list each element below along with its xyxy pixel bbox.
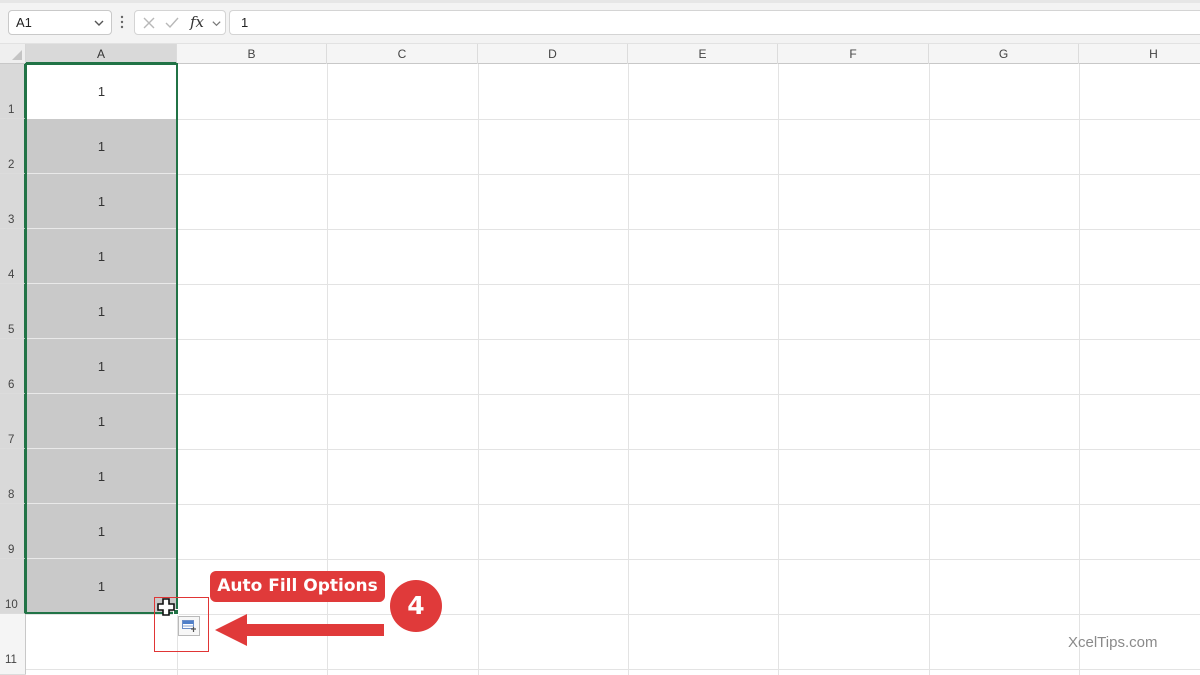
more-options-icon[interactable] (119, 13, 125, 31)
gridline (26, 284, 1200, 285)
auto-fill-options-button[interactable] (178, 616, 200, 636)
cell-a2[interactable]: 1 (26, 119, 177, 174)
row-header-9[interactable]: 9 (0, 504, 26, 559)
column-header-c[interactable]: C (327, 44, 478, 64)
gridline (1079, 64, 1080, 675)
step-number-badge: 4 (390, 580, 442, 632)
row-headers: 1 2 3 4 5 6 7 8 9 10 11 (0, 64, 26, 675)
row-header-3[interactable]: 3 (0, 174, 26, 229)
enter-check-icon[interactable] (164, 16, 180, 30)
formula-input[interactable]: 1 (229, 10, 1200, 35)
gridline (26, 339, 1200, 340)
insert-function-button[interactable]: fx (190, 13, 204, 31)
row-header-10[interactable]: 10 (0, 559, 26, 614)
gridline (177, 64, 178, 675)
cell-a7[interactable]: 1 (26, 394, 177, 449)
row-header-5[interactable]: 5 (0, 284, 26, 339)
column-header-f[interactable]: F (778, 44, 929, 64)
cell-a8[interactable]: 1 (26, 449, 177, 504)
cell-a6[interactable]: 1 (26, 339, 177, 394)
select-all-corner[interactable] (0, 44, 26, 64)
chevron-down-icon (94, 20, 104, 26)
cancel-icon[interactable] (142, 16, 156, 30)
column-header-h[interactable]: H (1079, 44, 1200, 64)
name-box-value: A1 (16, 15, 32, 30)
ribbon-edge (0, 0, 1200, 3)
gridline (778, 64, 779, 675)
gridline (26, 449, 1200, 450)
cell-a1[interactable]: 1 (26, 64, 177, 119)
row-header-11[interactable]: 11 (0, 614, 26, 675)
gridline (628, 64, 629, 675)
cell-a3[interactable]: 1 (26, 174, 177, 229)
name-box[interactable]: A1 (8, 10, 112, 35)
cell-a5[interactable]: 1 (26, 284, 177, 339)
cell-a4[interactable]: 1 (26, 229, 177, 284)
formula-value: 1 (241, 15, 249, 30)
formula-bar: A1 fx 1 (0, 0, 1200, 44)
column-header-g[interactable]: G (929, 44, 1079, 64)
arrow-left-icon (215, 614, 384, 646)
gridline (26, 669, 1200, 670)
column-header-a[interactable]: A (26, 44, 177, 64)
gridline (26, 119, 1200, 120)
gridline (26, 559, 1200, 560)
watermark: XcelTips.com (1068, 634, 1158, 651)
gridline (26, 229, 1200, 230)
gridline (478, 64, 479, 675)
gridline (26, 504, 1200, 505)
row-header-6[interactable]: 6 (0, 339, 26, 394)
gridline (26, 394, 1200, 395)
row-header-7[interactable]: 7 (0, 394, 26, 449)
auto-fill-options-icon (182, 620, 196, 632)
select-all-triangle-icon (12, 50, 22, 60)
formula-tools: fx (134, 10, 226, 35)
column-header-e[interactable]: E (628, 44, 778, 64)
chevron-down-icon[interactable] (211, 18, 222, 29)
worksheet-grid[interactable]: 1 1 1 1 1 1 1 1 1 1 (26, 64, 1200, 675)
column-headers: A B C D E F G H (26, 44, 1200, 64)
gridline (26, 174, 1200, 175)
callout-label: Auto Fill Options (210, 571, 385, 602)
row-header-4[interactable]: 4 (0, 229, 26, 284)
row-header-2[interactable]: 2 (0, 119, 26, 174)
gridline (929, 64, 930, 675)
column-header-b[interactable]: B (177, 44, 327, 64)
cell-a9[interactable]: 1 (26, 504, 177, 559)
column-header-d[interactable]: D (478, 44, 628, 64)
row-header-8[interactable]: 8 (0, 449, 26, 504)
row-header-1[interactable]: 1 (0, 64, 26, 119)
